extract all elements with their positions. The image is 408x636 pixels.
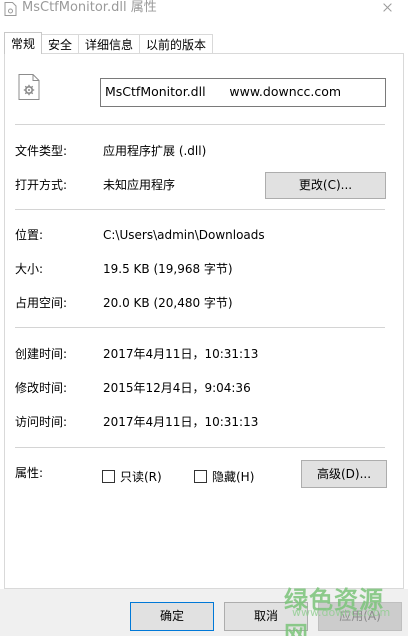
dll-file-icon: [4, 2, 17, 16]
size-label: 大小:: [15, 262, 44, 276]
checkbox-box[interactable]: [102, 470, 115, 483]
ok-button[interactable]: 确定: [130, 602, 214, 631]
size-value: 19.5 KB (19,968 字节): [103, 262, 233, 276]
tab-general[interactable]: 常规: [4, 32, 43, 54]
file-type-label: 文件类型:: [15, 144, 68, 158]
properties-window: MsCtfMonitor.dll 属性 常规 安全 详细信息 以前的版本 MsC…: [0, 0, 408, 636]
tab-security[interactable]: 安全: [42, 34, 80, 54]
tab-previous-versions[interactable]: 以前的版本: [140, 34, 214, 54]
readonly-label: 只读(R): [120, 470, 162, 484]
created-value: 2017年4月11日，10:31:13: [103, 347, 259, 361]
modified-value: 2015年12月4日，9:04:36: [103, 381, 251, 395]
tab-strip: 常规 安全 详细信息 以前的版本: [4, 32, 214, 54]
file-type-value: 应用程序扩展 (.dll): [103, 144, 207, 158]
created-label: 创建时间:: [15, 347, 68, 361]
readonly-checkbox[interactable]: 只读(R): [102, 468, 162, 485]
divider: [15, 447, 385, 448]
open-with-label: 打开方式:: [15, 178, 68, 192]
accessed-value: 2017年4月11日，10:31:13: [103, 415, 259, 429]
hidden-checkbox[interactable]: 隐藏(H): [194, 468, 254, 485]
location-value: C:\Users\admin\Downloads: [103, 228, 265, 242]
location-label: 位置:: [15, 228, 44, 242]
hidden-label: 隐藏(H): [212, 470, 255, 484]
window-title: MsCtfMonitor.dll 属性: [22, 0, 157, 15]
modified-label: 修改时间:: [15, 381, 68, 395]
divider: [15, 209, 385, 210]
tab-details[interactable]: 详细信息: [79, 34, 141, 54]
divider: [15, 327, 385, 328]
attributes-label: 属性:: [15, 466, 44, 480]
dll-file-icon: [18, 74, 40, 100]
title-bar: MsCtfMonitor.dll 属性: [0, 0, 408, 28]
close-button[interactable]: [368, 0, 408, 16]
checkbox-box[interactable]: [194, 470, 207, 483]
open-with-value: 未知应用程序: [103, 178, 176, 192]
size-on-disk-value: 20.0 KB (20,480 字节): [103, 296, 233, 310]
accessed-label: 访问时间:: [15, 415, 68, 429]
divider: [15, 124, 385, 125]
file-name-field[interactable]: MsCtfMonitor.dll www.downcc.com: [100, 78, 386, 107]
watermark-url: www.downcc.com: [292, 606, 391, 619]
change-button[interactable]: 更改(C)...: [265, 172, 386, 199]
advanced-button[interactable]: 高级(D)...: [301, 460, 387, 488]
general-panel: [4, 53, 404, 589]
size-on-disk-label: 占用空间:: [15, 296, 68, 310]
